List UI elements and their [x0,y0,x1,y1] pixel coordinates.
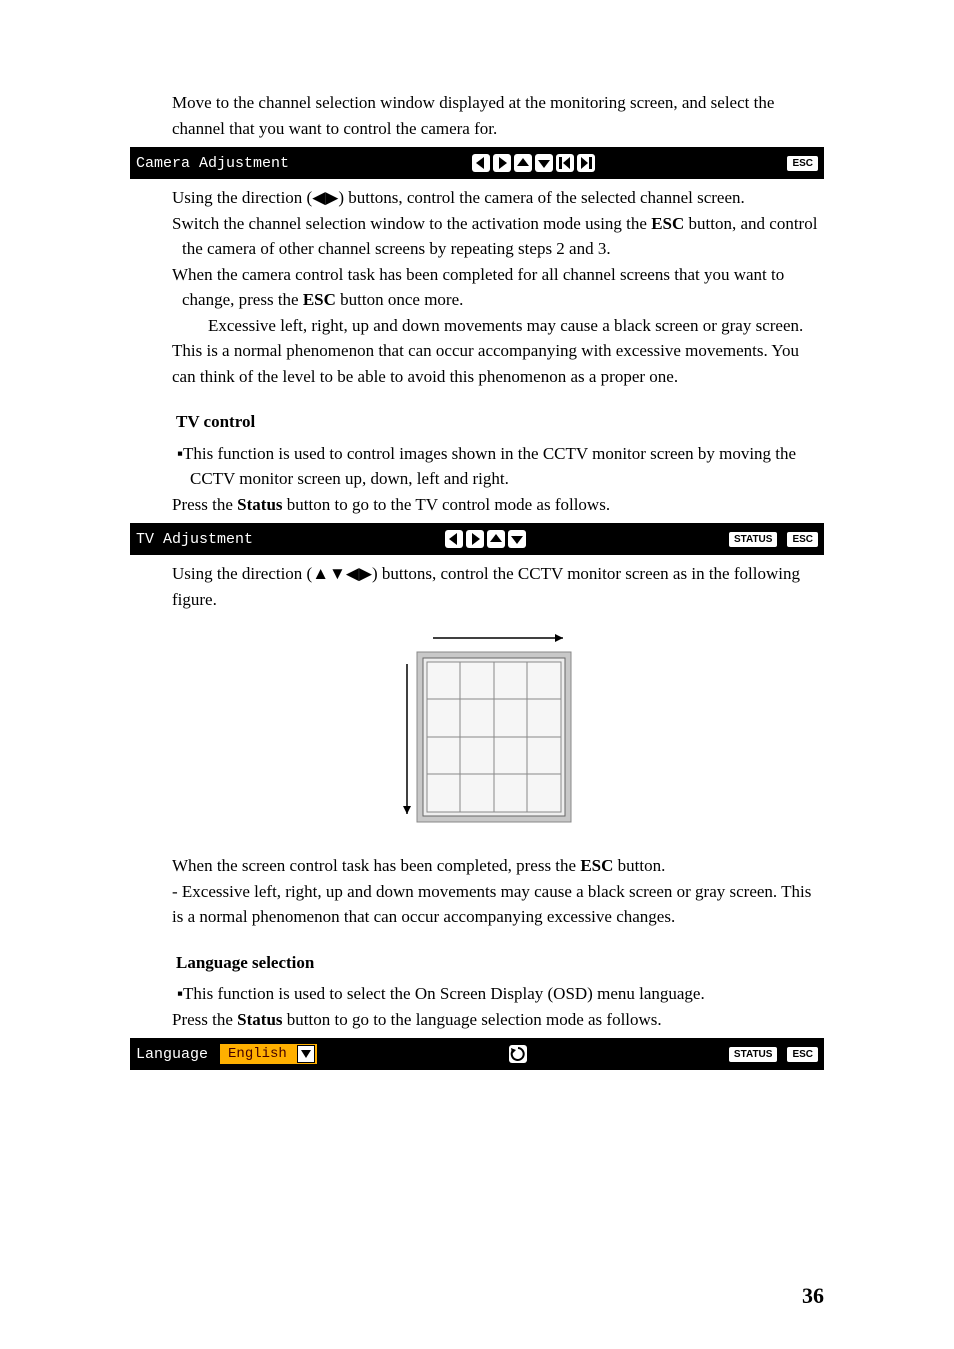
tv-adjustment-bar: TV Adjustment STATUS ESC [130,523,824,555]
heading-tv-control: TV control [130,409,824,435]
language-dropdown[interactable]: English [220,1044,317,1064]
paragraph-excessive-note: Excessive left, right, up and down movem… [130,313,824,390]
arrow-right-icon[interactable] [466,530,484,548]
tv-grid-figure [130,628,824,833]
arrow-left-icon[interactable] [445,530,463,548]
esc-button[interactable]: ESC [787,156,818,171]
tv-adjust-icons [445,530,526,548]
arrow-up-icon[interactable] [514,154,532,172]
paragraph-use-direction: Using the direction (◀▶) buttons, contro… [130,185,824,211]
camera-adjustment-bar: Camera Adjustment ESC [130,147,824,179]
arrow-left-icon[interactable] [472,154,490,172]
status-button[interactable]: STATUS [729,532,778,547]
heading-language-selection: Language selection [130,950,824,976]
arrow-down-icon[interactable] [508,530,526,548]
esc-button[interactable]: ESC [787,532,818,547]
paragraph-tv-using-direction: Using the direction (▲▼◀▶) buttons, cont… [130,561,824,612]
paragraph-switch-channel: Switch the channel selection window to t… [130,211,824,262]
bullet-language-function: ▪This function is used to select the On … [130,981,824,1007]
status-button[interactable]: STATUS [729,1047,778,1062]
paragraph-tv-complete: When the screen control task has been co… [130,853,824,879]
language-dropdown-value: English [220,1046,295,1062]
skip-right-icon[interactable] [577,154,595,172]
esc-button[interactable]: ESC [787,1047,818,1062]
camera-adjust-icons [472,154,595,172]
language-title: Language [130,1046,208,1063]
language-bar: Language English STATUS ESC [130,1038,824,1070]
arrow-right-icon[interactable] [493,154,511,172]
camera-adjustment-title: Camera Adjustment [130,155,289,172]
skip-left-icon[interactable] [556,154,574,172]
chevron-down-icon[interactable] [297,1045,315,1063]
paragraph-select-channel: Move to the channel selection window dis… [130,90,824,141]
paragraph-tv-excessive: - Excessive left, right, up and down mov… [130,879,824,930]
bullet-tv-function: ▪This function is used to control images… [130,441,824,492]
paragraph-complete-control: When the camera control task has been co… [130,262,824,313]
page-number: 36 [802,1283,824,1309]
tv-adjustment-title: TV Adjustment [130,531,253,548]
refresh-icon[interactable] [509,1045,527,1063]
arrow-up-icon[interactable] [487,530,505,548]
paragraph-tv-press-status: Press the Status button to go to the TV … [130,492,824,518]
paragraph-lang-press-status: Press the Status button to go to the lan… [130,1007,824,1033]
arrow-down-icon[interactable] [535,154,553,172]
